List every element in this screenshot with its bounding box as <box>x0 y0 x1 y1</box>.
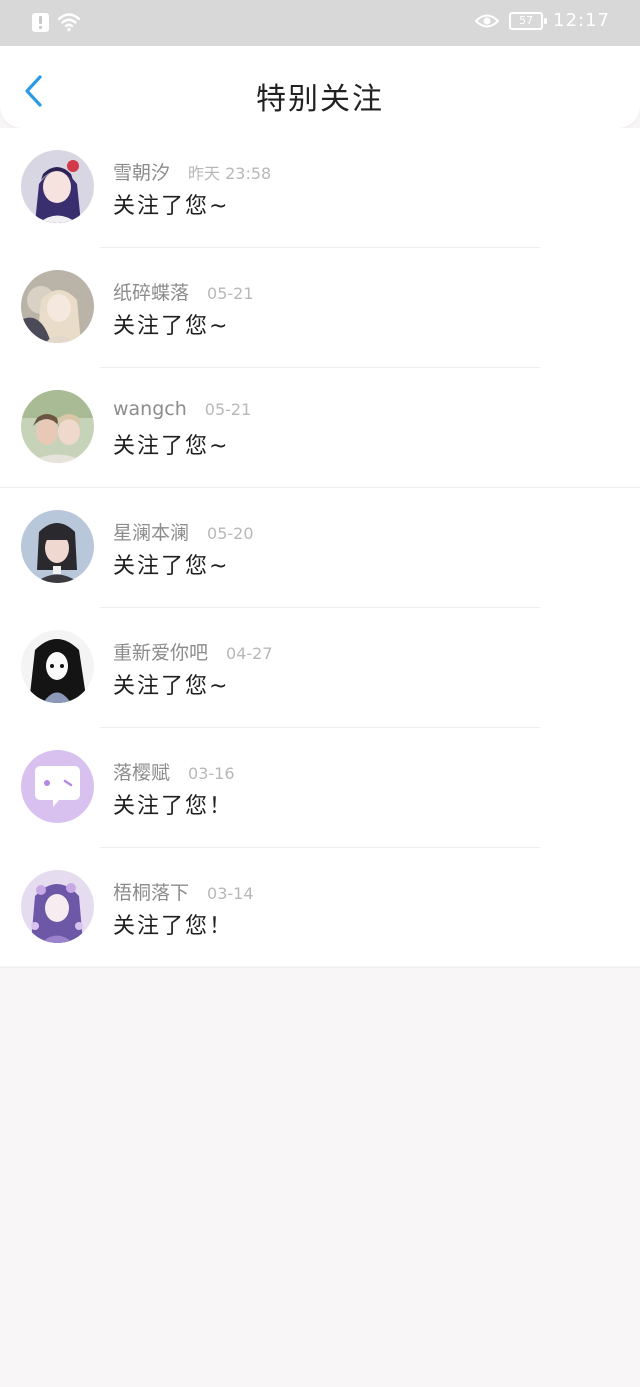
name-line: 雪朝汐 昨天 23:58 <box>113 158 271 185</box>
timestamp: 03-16 <box>188 764 235 783</box>
status-left <box>32 12 81 32</box>
name-line: wangch 05-21 <box>113 398 251 420</box>
follower-list: 雪朝汐 昨天 23:58 关注了您~ 纸碎蝶落 05-21 关注了您~ wang… <box>0 128 640 968</box>
list-item[interactable]: 雪朝汐 昨天 23:58 关注了您~ <box>0 128 640 248</box>
timestamp: 05-21 <box>207 284 254 303</box>
avatar[interactable] <box>21 270 94 343</box>
eye-icon <box>475 14 500 27</box>
user-name[interactable]: wangch <box>113 398 187 420</box>
page-title: 特别关注 <box>256 82 384 117</box>
message-text: 关注了您~ <box>113 554 230 579</box>
timestamp: 05-20 <box>207 524 254 543</box>
nav-bar: 特别关注 <box>0 46 640 128</box>
list-item[interactable]: 重新爱你吧 04-27 关注了您~ <box>0 608 640 728</box>
name-line: 纸碎蝶落 05-21 <box>113 278 254 305</box>
user-name[interactable]: 雪朝汐 <box>113 158 170 185</box>
message-text: 关注了您~ <box>113 434 230 459</box>
user-name[interactable]: 纸碎蝶落 <box>113 278 189 305</box>
timestamp: 03-14 <box>207 884 254 903</box>
battery-indicator: 57 <box>509 11 548 30</box>
status-bar: 57 12:17 <box>0 0 640 46</box>
status-time: 12:17 <box>553 10 610 31</box>
list-item[interactable]: 落樱赋 03-16 关注了您！ <box>0 728 640 848</box>
message-text: 关注了您~ <box>113 194 230 219</box>
message-text: 关注了您~ <box>113 674 230 699</box>
list-item[interactable]: wangch 05-21 关注了您~ <box>0 368 640 488</box>
message-text: 关注了您！ <box>113 914 234 939</box>
list-item[interactable]: 纸碎蝶落 05-21 关注了您~ <box>0 248 640 368</box>
notification-alert-icon <box>32 12 49 32</box>
user-name[interactable]: 梧桐落下 <box>113 878 189 905</box>
message-text: 关注了您~ <box>113 314 230 339</box>
avatar[interactable] <box>21 150 94 223</box>
name-line: 星澜本澜 05-20 <box>113 518 254 545</box>
name-line: 落樱赋 03-16 <box>113 758 235 785</box>
avatar[interactable] <box>21 510 94 583</box>
user-name[interactable]: 星澜本澜 <box>113 518 189 545</box>
avatar[interactable] <box>21 870 94 943</box>
avatar[interactable] <box>21 630 94 703</box>
user-name[interactable]: 落樱赋 <box>113 758 170 785</box>
name-line: 梧桐落下 03-14 <box>113 878 254 905</box>
message-text: 关注了您！ <box>113 794 234 819</box>
avatar[interactable] <box>21 750 94 823</box>
wifi-icon <box>57 13 81 32</box>
timestamp: 05-21 <box>204 400 252 419</box>
divider <box>0 967 640 968</box>
list-item[interactable]: 星澜本澜 05-20 关注了您~ <box>0 488 640 608</box>
timestamp: 昨天 23:58 <box>188 164 272 183</box>
name-line: 重新爱你吧 04-27 <box>113 638 273 665</box>
timestamp: 04-27 <box>226 644 273 663</box>
avatar[interactable] <box>21 390 94 463</box>
status-right: 57 12:17 <box>475 10 610 31</box>
user-name[interactable]: 重新爱你吧 <box>113 638 208 665</box>
list-item[interactable]: 梧桐落下 03-14 关注了您！ <box>0 848 640 968</box>
